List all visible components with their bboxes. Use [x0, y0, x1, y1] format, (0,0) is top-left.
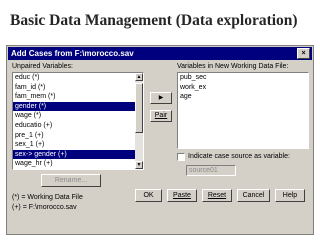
legend-working-file: (*) = Working Data File	[12, 194, 83, 201]
list-item[interactable]: sex_1 (+)	[13, 140, 143, 150]
cancel-button[interactable]: Cancel	[237, 189, 270, 202]
list-item[interactable]: pub_sec	[178, 73, 308, 83]
scroll-up-icon[interactable]: ▲	[135, 73, 143, 81]
unpaired-variables-list[interactable]: educ (*) fam_id (*) fam_mem (*) gender (*) w…	[12, 72, 144, 170]
pair-button[interactable]: Pair	[150, 110, 172, 122]
indicate-case-source-checkbox[interactable]	[177, 153, 185, 161]
add-cases-dialog: Add Cases from F:\morocco.sav × Unpaired…	[6, 45, 314, 235]
ok-button[interactable]: OK	[135, 189, 162, 202]
list-item[interactable]: fam_id (*)	[13, 83, 143, 93]
list-item[interactable]: gender (*)	[13, 101, 143, 112]
dialog-titlebar: Add Cases from F:\morocco.sav ×	[8, 47, 312, 60]
reset-label: Reset	[207, 192, 227, 199]
unpaired-scrollbar[interactable]: ▲ ▼	[135, 73, 143, 169]
arrow-right-icon: ▶	[158, 95, 164, 101]
pair-label: Pair	[154, 112, 168, 119]
paste-button[interactable]: Paste	[167, 189, 197, 202]
indicate-case-source-label: Indicate case source as variable:	[188, 153, 290, 160]
help-button[interactable]: Help	[275, 189, 305, 202]
list-item[interactable]: wage_hr (+)	[13, 159, 143, 169]
scroll-down-icon[interactable]: ▼	[135, 161, 143, 169]
unpaired-items: educ (*) fam_id (*) fam_mem (*) gender (*) w…	[13, 73, 143, 169]
list-item[interactable]: sex-> gender (+)	[13, 149, 143, 160]
new-variables-list[interactable]: pub_sec work_ex age	[177, 72, 309, 149]
paste-label: Paste	[173, 192, 191, 199]
rename-button[interactable]: Rename...	[41, 174, 101, 187]
list-item[interactable]: work_ex	[178, 83, 308, 93]
slide-title: Basic Data Management (Data exploration)	[10, 12, 298, 29]
legend-external-file: (+) = F:\morocco.sav	[12, 204, 77, 211]
dialog-title: Add Cases from F:\morocco.sav	[11, 49, 134, 58]
list-item[interactable]: educatio (+)	[13, 121, 143, 131]
help-label: Help	[282, 192, 298, 199]
list-item[interactable]: age	[178, 92, 308, 102]
move-right-button[interactable]: ▶	[150, 92, 172, 104]
new-variables-label: Variables in New Working Data File:	[177, 63, 289, 70]
list-item[interactable]: pre_1 (+)	[13, 131, 143, 141]
unpaired-variables-label: Unpaired Variables:	[12, 63, 73, 70]
cancel-label: Cancel	[242, 192, 265, 199]
list-item[interactable]: wage (*)	[13, 111, 143, 121]
list-item[interactable]: fam_mem (*)	[13, 92, 143, 102]
reset-button[interactable]: Reset	[202, 189, 232, 202]
source-variable-input[interactable]: source01	[186, 165, 236, 176]
ok-label: OK	[143, 192, 154, 199]
close-icon[interactable]: ×	[297, 48, 310, 59]
list-item[interactable]: educ (*)	[13, 73, 143, 83]
scroll-thumb[interactable]	[135, 83, 143, 133]
